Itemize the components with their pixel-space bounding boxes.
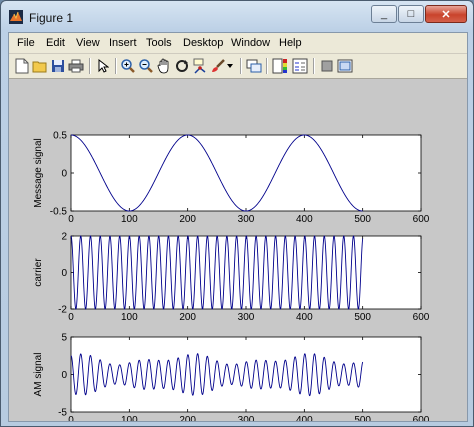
axes-1: 0 100 200 300 400 500 600-0.500.5Message signa…	[33, 131, 430, 226]
x-tick-label: 500	[354, 312, 371, 323]
x-tick-label: 400	[296, 312, 313, 323]
x-tick-label: 600	[413, 415, 430, 421]
menu-bar: File Edit View Insert Tools Desktop Wind…	[9, 33, 467, 54]
hide-plot-tools-icon[interactable]	[318, 57, 336, 75]
x-tick-label: 100	[121, 415, 138, 421]
matlab-logo-icon	[9, 10, 23, 24]
data-cursor-icon[interactable]	[191, 57, 209, 75]
axes-box	[70, 336, 422, 413]
minimize-button[interactable]: _	[371, 5, 397, 23]
x-tick-label: 300	[238, 214, 255, 225]
rotate-icon[interactable]	[173, 57, 191, 75]
x-tick-label: 100	[121, 214, 138, 225]
link-plot-icon[interactable]	[245, 57, 263, 75]
x-tick-label: 300	[238, 312, 255, 323]
y-tick-label: -2	[58, 305, 67, 316]
menu-file[interactable]: File	[17, 37, 35, 49]
y-tick-label: 5	[61, 333, 67, 344]
y-axis-label: AM signal	[33, 353, 44, 397]
show-plot-tools-icon[interactable]	[336, 57, 354, 75]
y-axis-label: Message signal	[33, 138, 44, 207]
x-tick-label: 0	[68, 312, 74, 323]
axes-box	[70, 134, 422, 212]
x-tick-label: 300	[238, 415, 255, 421]
save-icon[interactable]	[49, 57, 67, 75]
pointer-icon[interactable]	[94, 57, 112, 75]
close-icon: ✕	[441, 8, 451, 21]
pan-icon[interactable]	[155, 57, 173, 75]
x-tick-label: 0	[68, 415, 74, 421]
axes-3: 0 100 200 300 400 500 600-505AM signal	[33, 333, 430, 427]
x-tick-label: 400	[296, 415, 313, 421]
maximize-button[interactable]: □	[398, 5, 424, 23]
figure-window: Figure 1 _ □ ✕ File Edit View Insert Too…	[0, 0, 474, 427]
window-client: File Edit View Insert Tools Desktop Wind…	[8, 32, 468, 427]
menu-tools[interactable]: Tools	[146, 37, 172, 49]
y-tick-label: 0	[61, 370, 67, 381]
plots-svg: 0 100 200 300 400 500 600-0.500.5Message signa…	[33, 131, 430, 427]
x-tick-label: 200	[179, 312, 196, 323]
new-figure-icon[interactable]	[13, 57, 31, 75]
legend-icon[interactable]	[291, 57, 309, 75]
menu-view[interactable]: View	[76, 37, 100, 49]
y-tick-label: 0.5	[53, 131, 67, 142]
open-file-icon[interactable]	[31, 57, 49, 75]
x-tick-label: 200	[179, 214, 196, 225]
x-tick-label: 400	[296, 214, 313, 225]
menu-window[interactable]: Window	[231, 37, 270, 49]
minimize-icon: _	[380, 8, 388, 20]
x-tick-label: 500	[354, 415, 371, 421]
y-tick-label: -0.5	[50, 207, 68, 218]
figure-canvas: 0 100 200 300 400 500 600 -0.5 0 0.5 Message signa…	[9, 79, 467, 427]
x-tick-label: 600	[413, 214, 430, 225]
zoom-out-icon[interactable]	[137, 57, 155, 75]
title-bar[interactable]: Figure 1 _ □ ✕	[1, 1, 473, 32]
y-axis-label: carrier	[33, 258, 44, 287]
x-tick-label: 100	[121, 312, 138, 323]
brush-dropdown-icon[interactable]	[225, 57, 235, 75]
print-icon[interactable]	[67, 57, 85, 75]
x-tick-label: 0	[68, 214, 74, 225]
figure-toolbar	[9, 54, 467, 79]
menu-insert[interactable]: Insert	[109, 37, 137, 49]
maximize-icon: □	[407, 8, 415, 20]
x-tick-label: 200	[179, 415, 196, 421]
zoom-in-icon[interactable]	[119, 57, 137, 75]
x-tick-label: 500	[354, 214, 371, 225]
y-tick-label: 0	[61, 268, 67, 279]
axes-2: 0 100 200 300 400 500 600-202carrier	[33, 232, 430, 324]
y-tick-label: -5	[58, 408, 67, 419]
y-tick-label: 2	[61, 232, 67, 243]
window-title: Figure 1	[29, 11, 74, 25]
menu-edit[interactable]: Edit	[46, 37, 65, 49]
menu-help[interactable]: Help	[279, 37, 302, 49]
menu-desktop[interactable]: Desktop	[183, 37, 223, 49]
colorbar-icon[interactable]	[271, 57, 289, 75]
close-button[interactable]: ✕	[425, 5, 467, 23]
y-tick-label: 0	[61, 169, 67, 180]
x-tick-label: 600	[413, 312, 430, 323]
